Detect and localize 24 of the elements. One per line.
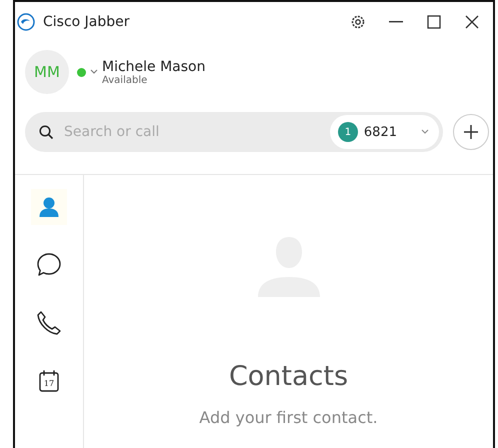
app-logo-icon bbox=[17, 13, 35, 31]
empty-title: Contacts bbox=[228, 361, 348, 392]
maximize-icon bbox=[427, 15, 441, 29]
user-name: Michele Mason bbox=[102, 58, 206, 74]
add-button[interactable] bbox=[453, 114, 489, 150]
phone-icon bbox=[36, 310, 62, 336]
person-icon bbox=[39, 197, 59, 217]
line-selector[interactable]: 1 6821 bbox=[330, 115, 439, 149]
user-status: Available bbox=[102, 74, 148, 86]
empty-message: Add your first contact. bbox=[199, 408, 378, 427]
window-title: Cisco Jabber bbox=[43, 14, 131, 30]
sidebar-tab[interactable]: 17 bbox=[31, 363, 67, 399]
minimize-icon bbox=[389, 21, 403, 23]
gear-icon bbox=[350, 14, 366, 30]
close-icon bbox=[465, 15, 479, 29]
search-field[interactable]: Search or call 1 6821 bbox=[25, 112, 443, 152]
plus-icon bbox=[463, 124, 479, 140]
search-icon bbox=[39, 124, 54, 140]
line-number: 6821 bbox=[364, 124, 397, 140]
caret-icon[interactable] bbox=[90, 69, 98, 75]
line-badge: 1 bbox=[338, 122, 358, 142]
calendar-day: 17 bbox=[44, 378, 54, 388]
chat-bubble-icon bbox=[36, 252, 62, 278]
caret-icon bbox=[421, 129, 429, 135]
